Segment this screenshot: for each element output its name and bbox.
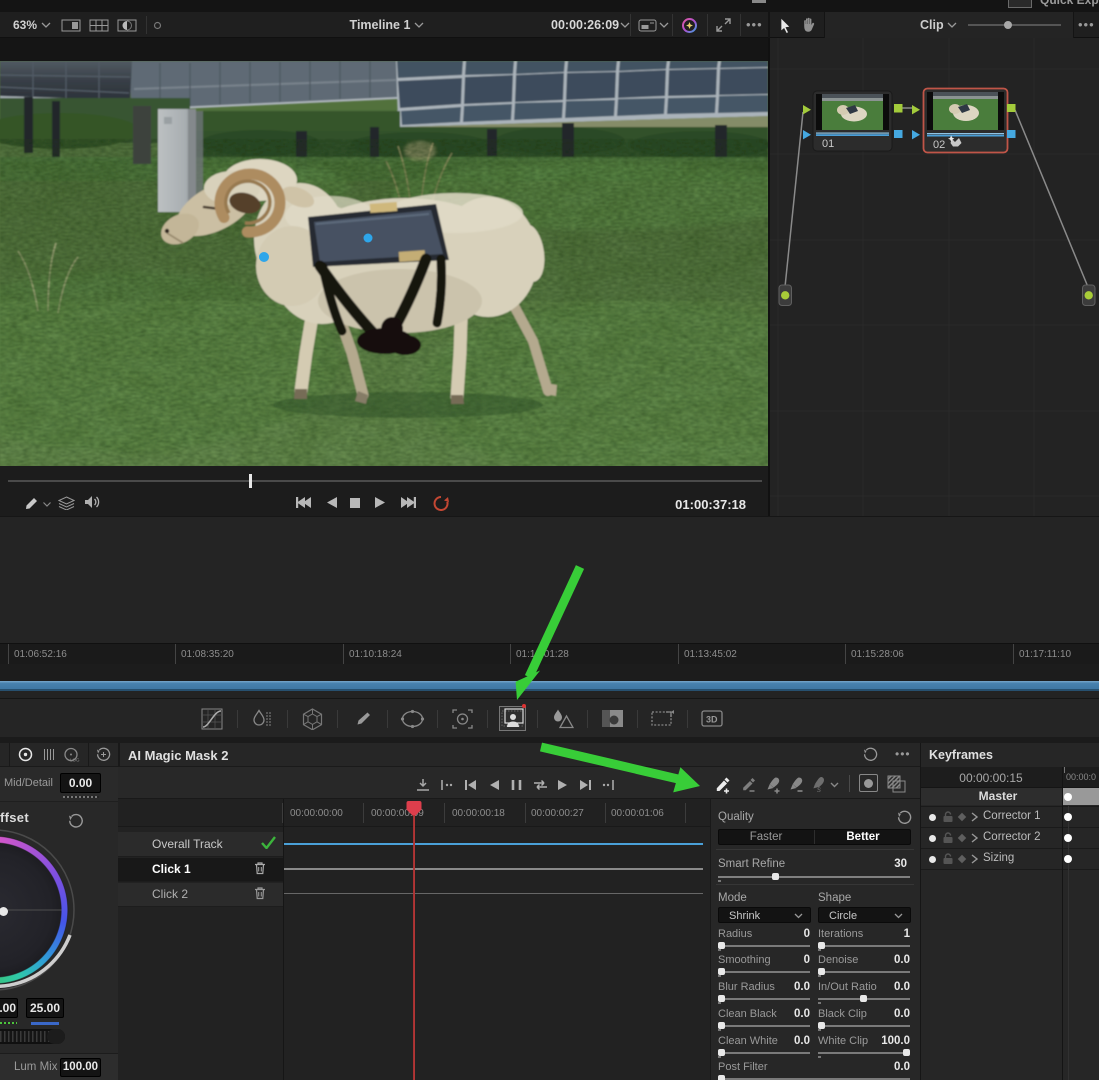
svg-text:02: 02 [933,139,945,151]
svg-text:LOG: LOG [70,758,80,763]
svg-text:3D: 3D [706,715,718,725]
svg-text:01: 01 [822,138,834,150]
svg-text:s: s [817,785,821,793]
